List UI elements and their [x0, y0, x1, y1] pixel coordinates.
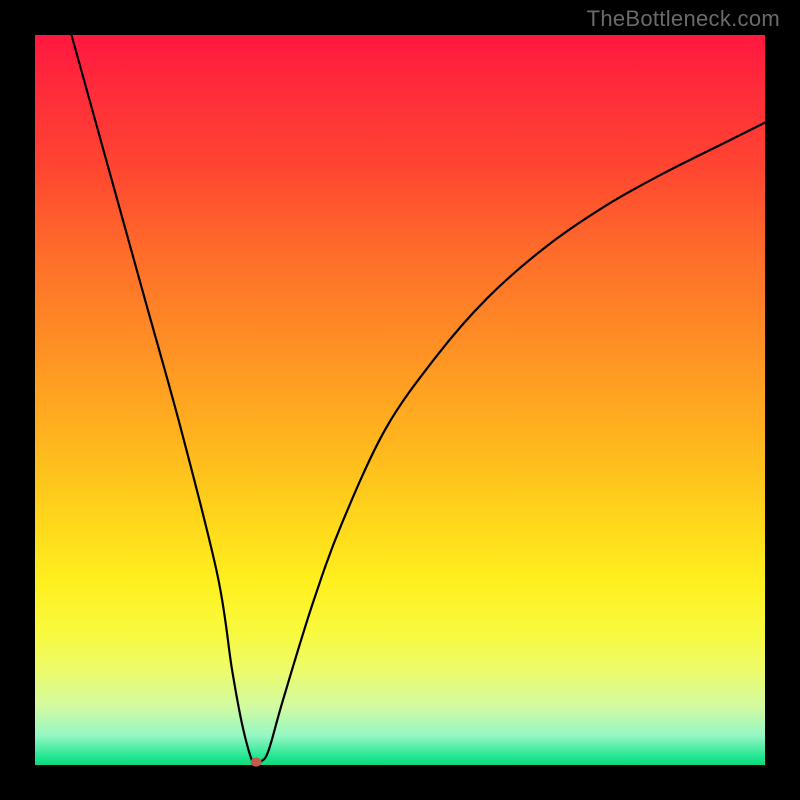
watermark-text: TheBottleneck.com — [587, 6, 780, 32]
chart-frame: TheBottleneck.com — [0, 0, 800, 800]
bottleneck-curve-icon — [35, 35, 765, 765]
curve-path — [72, 35, 766, 767]
minimum-marker — [251, 758, 262, 767]
plot-area — [35, 35, 765, 765]
